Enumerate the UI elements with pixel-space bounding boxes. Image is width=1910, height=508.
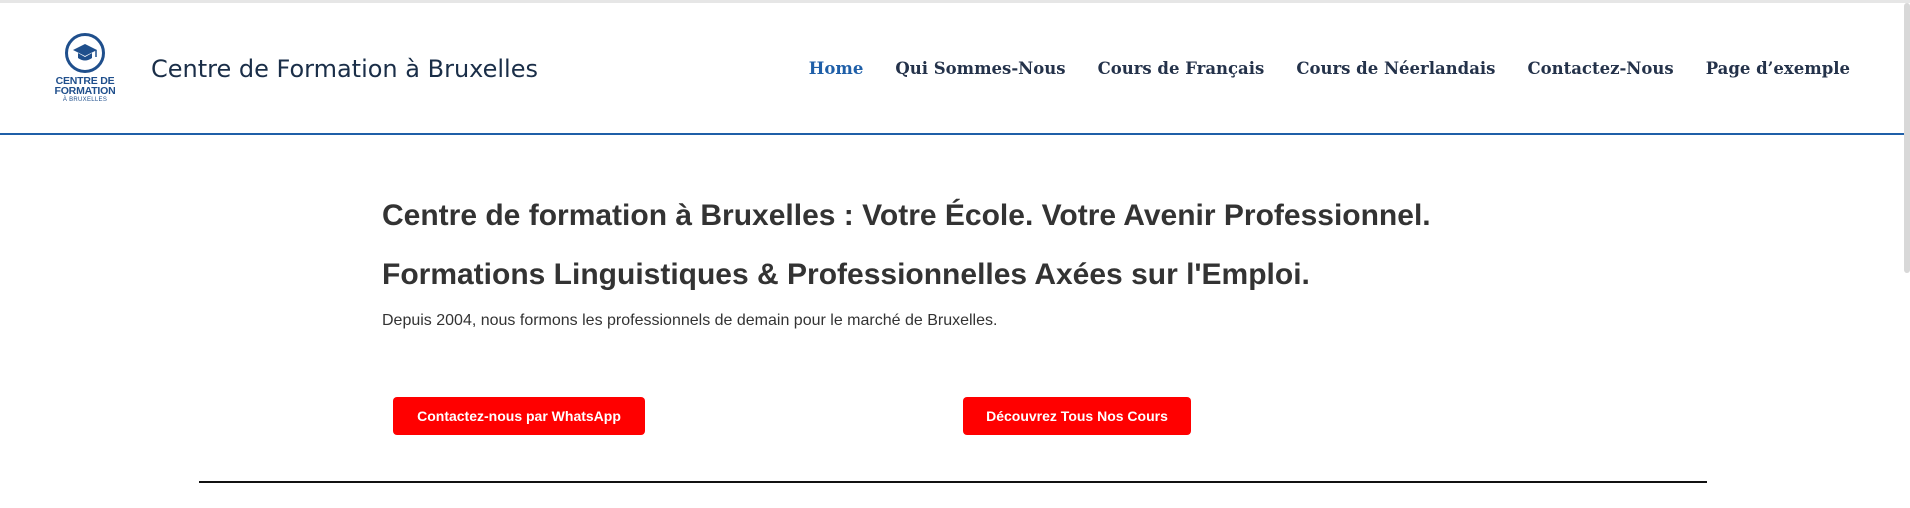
logo-line-3: À BRUXELLES	[62, 97, 108, 103]
hero-section: Centre de formation à Bruxelles : Votre …	[382, 198, 1682, 330]
discover-courses-button[interactable]: Découvrez Tous Nos Cours	[963, 397, 1191, 435]
nav-item-home[interactable]: Home	[809, 59, 864, 78]
hero-description: Depuis 2004, nous formons les profession…	[382, 312, 998, 329]
page-scrollbar[interactable]	[1904, 3, 1910, 273]
hero-subtitle: Formations Linguistiques & Professionnel…	[382, 258, 1310, 291]
nav-item-cours-de-francais[interactable]: Cours de Français	[1098, 59, 1265, 78]
main-nav: Home Qui Sommes-Nous Cours de Français C…	[777, 59, 1850, 78]
logo-line-2: FORMATION	[54, 85, 116, 97]
nav-item-qui-sommes-nous[interactable]: Qui Sommes-Nous	[895, 59, 1065, 78]
graduation-cap-icon	[65, 33, 105, 73]
site-title[interactable]: Centre de Formation à Bruxelles	[151, 55, 538, 83]
site-header: CENTRE DE FORMATION À BRUXELLES Centre d…	[0, 3, 1905, 135]
section-divider	[199, 481, 1707, 483]
logo-text: CENTRE DE FORMATION	[54, 76, 116, 97]
hero-title: Centre de formation à Bruxelles : Votre …	[382, 199, 1431, 232]
nav-item-cours-de-neerlandais[interactable]: Cours de Néerlandais	[1296, 59, 1495, 78]
whatsapp-contact-button[interactable]: Contactez-nous par WhatsApp	[393, 397, 645, 435]
nav-item-contactez-nous[interactable]: Contactez-Nous	[1527, 59, 1673, 78]
nav-item-page-exemple[interactable]: Page d’exemple	[1706, 59, 1850, 78]
site-logo[interactable]: CENTRE DE FORMATION À BRUXELLES	[52, 33, 118, 105]
